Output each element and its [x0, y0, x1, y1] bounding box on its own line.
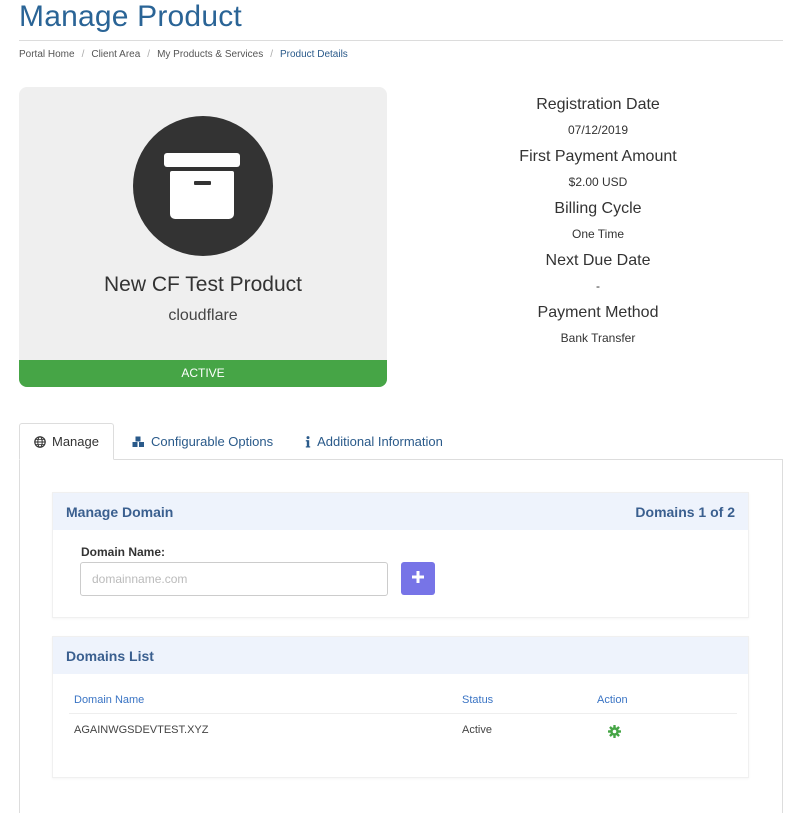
title-divider: [19, 40, 783, 41]
table-row: AGAINWGSDEVTEST.XYZ Active: [69, 714, 737, 746]
column-status: Status: [462, 694, 494, 706]
tab-panel-manage: Manage Domain Domains 1 of 2 Domain Name…: [19, 459, 783, 813]
box-handle: [194, 181, 211, 185]
table-header-row: Domain Name Status Action: [69, 687, 737, 714]
domains-count: Domains 1 of 2: [635, 503, 735, 520]
add-domain-button[interactable]: [401, 562, 435, 595]
page-title: Manage Product: [19, 0, 242, 33]
payment-method-value: Bank Transfer: [560, 331, 636, 345]
next-due-date-label: Next Due Date: [545, 252, 651, 269]
box-lid: [164, 153, 240, 167]
cubes-icon: [132, 436, 145, 448]
breadcrumb-current: Product Details: [280, 49, 348, 60]
plus-icon: [412, 571, 424, 586]
manage-domain-heading: Manage Domain Domains 1 of 2: [53, 493, 748, 530]
column-domain-name: Domain Name: [74, 694, 145, 706]
domain-status-cell: Active: [462, 724, 492, 736]
domain-name-cell: AGAINWGSDEVTEST.XYZ: [74, 724, 209, 736]
box-body: [170, 171, 234, 219]
breadcrumb-separator: /: [270, 49, 273, 60]
tab-manage-label: Manage: [52, 434, 99, 449]
tab-additional-information[interactable]: Additional Information: [291, 423, 457, 460]
breadcrumb-separator: /: [147, 49, 151, 60]
product-group: cloudflare: [168, 307, 238, 324]
breadcrumb-separator: /: [81, 49, 85, 60]
domain-name-input[interactable]: [80, 562, 388, 596]
status-badge: Active: [19, 360, 387, 387]
tab-configurable-options-label: Configurable Options: [150, 434, 274, 449]
breadcrumb: Portal Home / Client Area / My Products …: [19, 49, 348, 60]
manage-domain-title: Manage Domain: [66, 503, 174, 520]
domain-action-cell: [597, 719, 737, 741]
domains-list-title: Domains List: [66, 647, 154, 664]
product-name: New CF Test Product: [103, 273, 302, 296]
info-icon: [305, 435, 311, 448]
tab-additional-information-label: Additional Information: [317, 434, 443, 449]
tab-bar: Manage Configurable Options Additional I…: [19, 423, 457, 460]
domain-name-label: Domain Name:: [81, 545, 166, 559]
domains-table: Domain Name Status Action AGAINWGSDEVTES…: [69, 687, 737, 746]
manage-domain-panel: Manage Domain Domains 1 of 2 Domain Name…: [52, 492, 749, 618]
globe-icon: [34, 435, 46, 448]
breadcrumb-portal-home[interactable]: Portal Home: [19, 49, 75, 60]
first-payment-label: First Payment Amount: [519, 148, 677, 165]
archive-box-icon: [133, 116, 273, 256]
domains-list-panel: Domains List Domain Name Status Action A…: [52, 636, 749, 778]
billing-cycle-label: Billing Cycle: [554, 200, 642, 217]
breadcrumb-client-area[interactable]: Client Area: [91, 49, 140, 60]
next-due-date-value: -: [596, 279, 600, 293]
billing-cycle-value: One Time: [571, 227, 625, 241]
column-action: Action: [597, 694, 628, 706]
product-card: New CF Test Product cloudflare Active: [19, 87, 387, 387]
first-payment-value: $2.00 USD: [568, 175, 628, 189]
gear-icon[interactable]: [608, 725, 621, 738]
domains-list-heading: Domains List: [53, 637, 748, 674]
product-details: Registration Date 07/12/2019 First Payme…: [436, 94, 760, 354]
registration-date-value: 07/12/2019: [567, 123, 629, 137]
breadcrumb-my-products[interactable]: My Products & Services: [157, 49, 263, 60]
tab-configurable-options[interactable]: Configurable Options: [118, 423, 287, 460]
registration-date-label: Registration Date: [536, 96, 660, 113]
tab-manage[interactable]: Manage: [19, 423, 114, 460]
payment-method-label: Payment Method: [537, 304, 659, 321]
